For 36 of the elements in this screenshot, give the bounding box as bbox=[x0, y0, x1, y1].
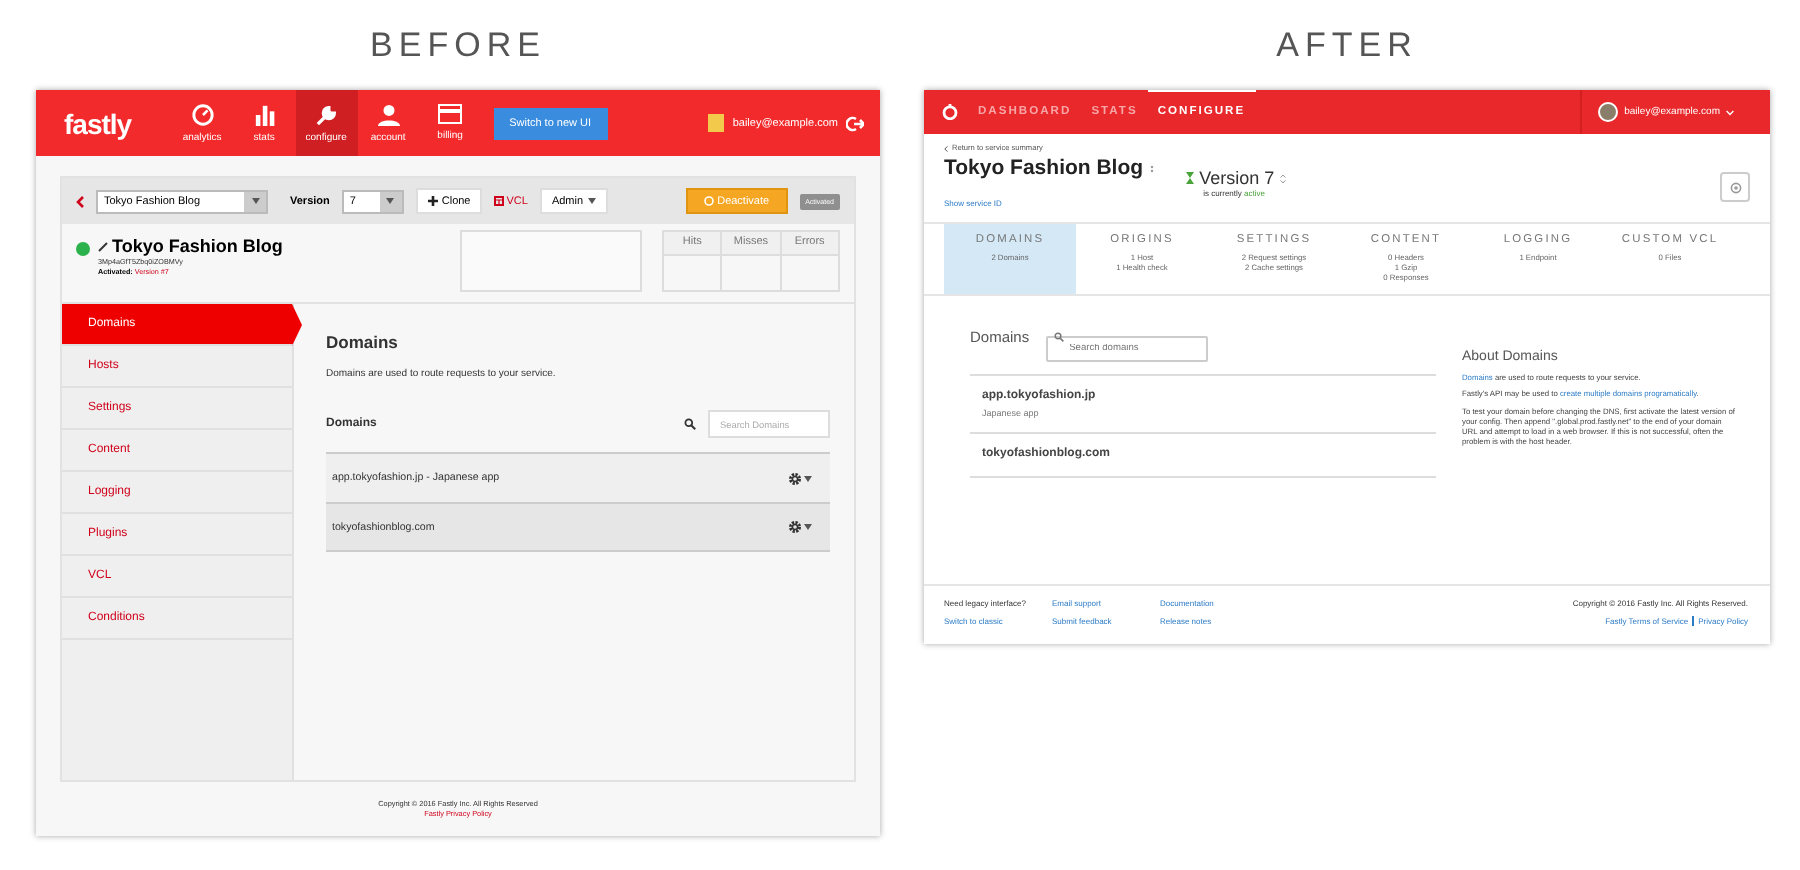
caret-icon bbox=[804, 524, 812, 530]
logout-icon[interactable] bbox=[846, 115, 864, 131]
hourglass-icon bbox=[1185, 172, 1194, 184]
user-avatar bbox=[708, 114, 725, 132]
page-title: Domains bbox=[326, 332, 400, 352]
back-icon[interactable] bbox=[76, 195, 84, 207]
document-icon bbox=[494, 196, 505, 206]
gauge-icon bbox=[191, 103, 214, 125]
power-icon bbox=[703, 196, 714, 206]
gear-icon bbox=[788, 520, 802, 534]
caret-icon bbox=[587, 198, 596, 204]
section-heading: BEFORE bbox=[368, 23, 548, 67]
user-avatar bbox=[1598, 102, 1619, 122]
settings-button[interactable] bbox=[788, 471, 812, 485]
sort-icon[interactable] bbox=[1280, 173, 1287, 183]
version-label[interactable]: Version 7 bbox=[1199, 168, 1275, 188]
logo[interactable]: fastly bbox=[64, 107, 132, 139]
search-icon[interactable] bbox=[684, 418, 696, 430]
section-heading: AFTER bbox=[1274, 23, 1420, 67]
caret-icon bbox=[804, 475, 812, 481]
settings-button[interactable] bbox=[788, 520, 812, 534]
pencil-icon[interactable] bbox=[98, 241, 108, 251]
caret-icon bbox=[386, 198, 395, 204]
service-title: Tokyo Fashion Blog bbox=[944, 156, 1144, 180]
chevron-icon[interactable] bbox=[1726, 109, 1734, 115]
plus-icon bbox=[427, 196, 438, 206]
service-name: Tokyo Fashion Blog bbox=[112, 236, 283, 256]
search-icon bbox=[1053, 332, 1064, 342]
logo-icon[interactable] bbox=[942, 104, 958, 120]
gear-icon bbox=[788, 471, 802, 485]
wrench-icon bbox=[315, 103, 338, 125]
bar-chart-icon bbox=[253, 103, 276, 125]
caret-icon bbox=[251, 198, 259, 204]
settings-icon bbox=[1729, 181, 1741, 193]
person-icon bbox=[377, 103, 400, 125]
card-icon bbox=[438, 104, 463, 124]
